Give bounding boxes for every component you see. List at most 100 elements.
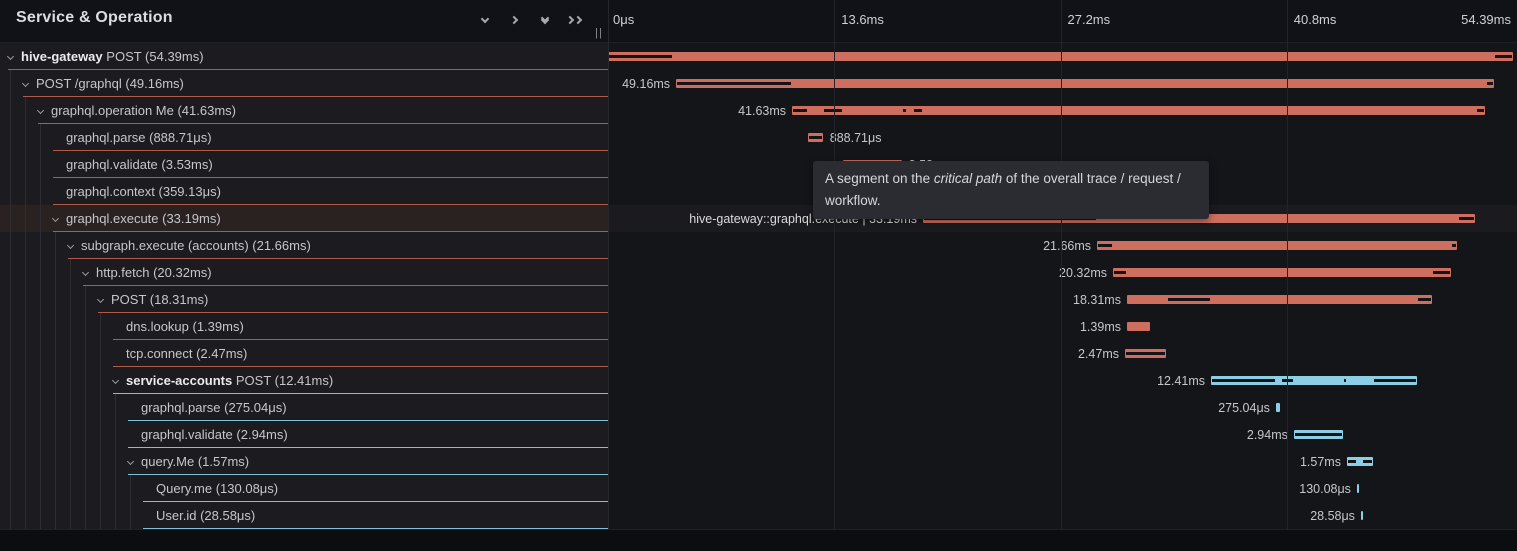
critical-path-segment[interactable] — [793, 109, 807, 112]
span-tree-row[interactable]: dns.lookup (1.39ms) — [0, 313, 608, 340]
critical-path-segment[interactable] — [1477, 109, 1484, 112]
span-bar[interactable] — [676, 79, 1494, 88]
span-name-label: tcp.connect (2.47ms) — [126, 346, 247, 361]
chevron-down-icon[interactable] — [7, 53, 14, 60]
indent-guide — [40, 340, 41, 367]
expand-all-icon[interactable] — [568, 13, 582, 27]
operation-name: graphql.parse (888.71μs) — [66, 130, 212, 145]
ruler-tick-label: 0μs — [613, 12, 634, 27]
span-tree-row[interactable]: graphql.context (359.13μs) — [0, 178, 608, 205]
critical-path-segment[interactable] — [1418, 298, 1431, 301]
expand-one-level-icon[interactable] — [508, 13, 522, 27]
timeline-gridline — [834, 0, 835, 529]
operation-name: query.Me (1.57ms) — [141, 454, 249, 469]
span-bar[interactable] — [1127, 322, 1150, 331]
critical-path-segment[interactable] — [1433, 271, 1450, 274]
indent-guide — [25, 394, 26, 421]
critical-path-segment[interactable] — [1348, 460, 1356, 463]
span-tree-row[interactable]: hive-gateway POST (54.39ms) — [0, 43, 608, 70]
span-duration-label: 2.47ms — [1078, 347, 1119, 361]
span-tree-row[interactable]: User.id (28.58μs) — [0, 502, 608, 529]
span-tree-row[interactable]: POST /graphql (49.16ms) — [0, 70, 608, 97]
critical-path-segment[interactable] — [677, 82, 791, 85]
span-name-label: Query.me (130.08μs) — [156, 481, 278, 496]
span-tree-row[interactable]: POST (18.31ms) — [0, 286, 608, 313]
chevron-down-icon[interactable] — [97, 296, 104, 303]
chevron-down-icon[interactable] — [112, 377, 119, 384]
indent-guide — [10, 448, 11, 475]
critical-path-segment[interactable] — [1098, 244, 1112, 247]
chevron-down-icon[interactable] — [52, 215, 59, 222]
indent-guide — [40, 502, 41, 529]
span-name-label: service-accounts POST (12.41ms) — [126, 373, 333, 388]
timeline-ruler[interactable]: 0μs13.6ms27.2ms40.8ms54.39ms — [608, 0, 1517, 43]
indent-guide — [10, 313, 11, 340]
critical-path-segment[interactable] — [1126, 352, 1165, 355]
collapse-one-level-icon[interactable] — [478, 13, 492, 27]
span-bar[interactable] — [1097, 241, 1457, 250]
collapse-all-icon[interactable] — [538, 13, 552, 27]
span-bar-row: 2.94ms — [608, 421, 1517, 448]
span-tree-row[interactable]: query.Me (1.57ms) — [0, 448, 608, 475]
chevron-down-icon[interactable] — [82, 269, 89, 276]
service-name: hive-gateway — [21, 49, 103, 64]
span-tree-row[interactable]: graphql.parse (275.04μs) — [0, 394, 608, 421]
critical-path-segment[interactable] — [1452, 244, 1456, 247]
indent-guide — [70, 502, 71, 529]
critical-path-segment[interactable] — [1374, 379, 1416, 382]
critical-path-segment[interactable] — [1212, 379, 1275, 382]
span-bar[interactable] — [1361, 511, 1363, 520]
critical-path-segment[interactable] — [1168, 298, 1210, 301]
span-tree-row[interactable]: graphql.parse (888.71μs) — [0, 124, 608, 151]
critical-path-segment[interactable] — [903, 109, 906, 112]
chevron-down-icon[interactable] — [67, 242, 74, 249]
operation-name: graphql.validate (3.53ms) — [66, 157, 213, 172]
indent-guide — [25, 124, 26, 151]
span-tree-row[interactable]: http.fetch (20.32ms) — [0, 259, 608, 286]
indent-guide — [70, 259, 71, 286]
span-bar[interactable] — [792, 106, 1485, 115]
critical-path-segment[interactable] — [1344, 379, 1346, 382]
span-bar[interactable] — [1113, 268, 1451, 277]
panel-resize-handle[interactable]: || — [591, 27, 607, 41]
indent-guide — [10, 178, 11, 205]
indent-guide — [100, 421, 101, 448]
indent-guide — [100, 448, 101, 475]
critical-path-segment[interactable] — [609, 55, 672, 58]
span-tree-row[interactable]: graphql.validate (3.53ms) — [0, 151, 608, 178]
indent-guide — [10, 259, 11, 286]
indent-guide — [70, 367, 71, 394]
critical-path-segment[interactable] — [1495, 55, 1512, 58]
critical-path-segment[interactable] — [809, 136, 822, 139]
span-tree-row[interactable]: Query.me (130.08μs) — [0, 475, 608, 502]
operation-name: graphql.context (359.13μs) — [66, 184, 221, 199]
indent-guide — [25, 286, 26, 313]
span-tree-row[interactable]: graphql.execute (33.19ms) — [0, 205, 608, 232]
span-tree-row[interactable]: subgraph.execute (accounts) (21.66ms) — [0, 232, 608, 259]
span-bar[interactable] — [1357, 484, 1359, 493]
span-tree-row[interactable]: service-accounts POST (12.41ms) — [0, 367, 608, 394]
chevron-down-icon[interactable] — [127, 458, 134, 465]
critical-path-segment[interactable] — [1295, 433, 1342, 436]
critical-path-segment[interactable] — [1363, 460, 1372, 463]
span-tree-row[interactable]: tcp.connect (2.47ms) — [0, 340, 608, 367]
chevron-down-icon[interactable] — [37, 107, 44, 114]
critical-path-segment[interactable] — [914, 109, 922, 112]
indent-guide — [25, 367, 26, 394]
critical-path-segment[interactable] — [1114, 271, 1126, 274]
critical-path-segment[interactable] — [824, 109, 842, 112]
operation-name: POST (18.31ms) — [111, 292, 208, 307]
span-tree-row[interactable]: graphql.operation Me (41.63ms) — [0, 97, 608, 124]
indent-guide — [40, 313, 41, 340]
ruler-tick-label: 27.2ms — [1068, 12, 1111, 27]
critical-path-segment[interactable] — [1487, 82, 1493, 85]
span-duration-label: 12.41ms — [1157, 374, 1205, 388]
tree-toolbar — [478, 13, 582, 27]
span-tree-row[interactable]: graphql.validate (2.94ms) — [0, 421, 608, 448]
chevron-down-icon[interactable] — [22, 80, 29, 87]
panel-divider[interactable] — [608, 0, 609, 529]
critical-path-segment[interactable] — [1459, 217, 1474, 220]
span-bar[interactable] — [1276, 403, 1281, 412]
indent-guide — [25, 340, 26, 367]
span-bar-row: 1.57ms — [608, 448, 1517, 475]
